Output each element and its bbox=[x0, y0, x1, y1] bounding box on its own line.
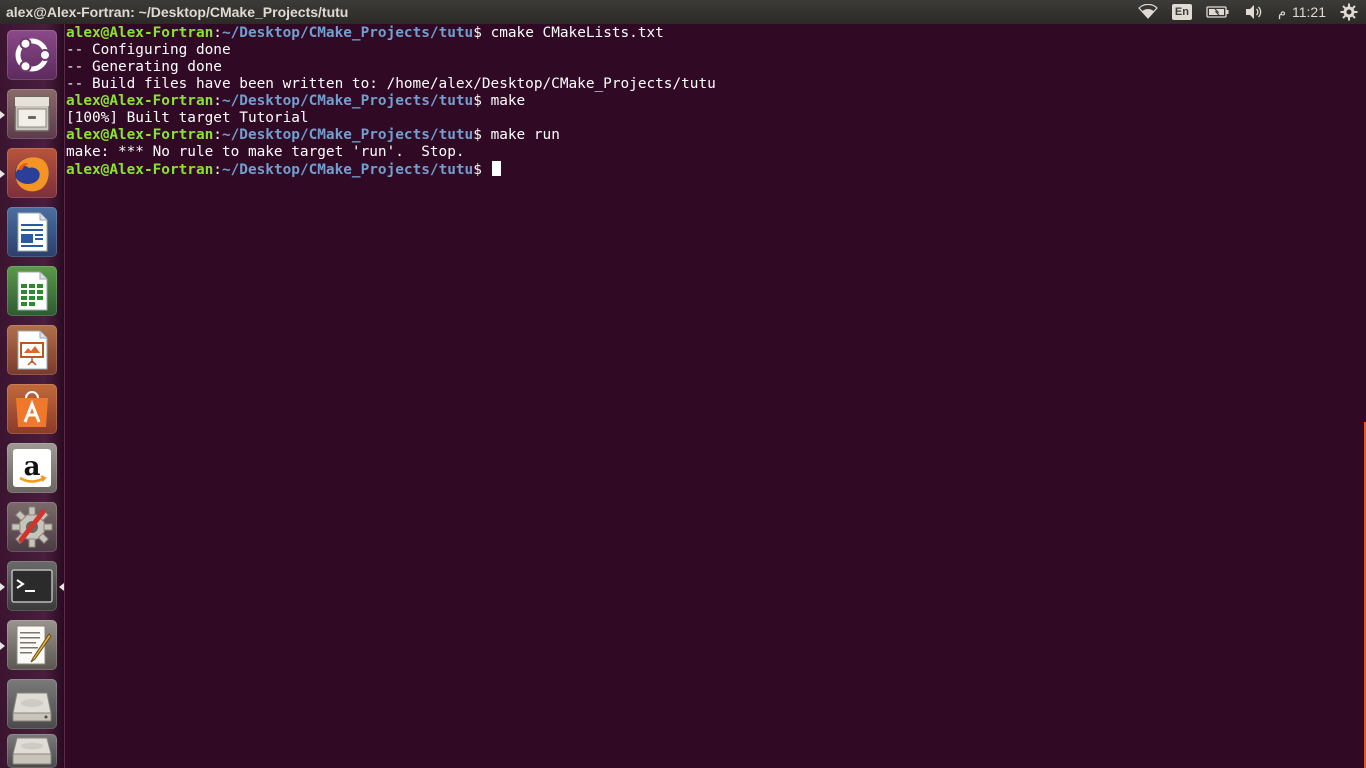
software-bag-icon bbox=[16, 391, 48, 427]
command-text: cmake CMakeLists.txt bbox=[490, 25, 664, 41]
wifi-icon[interactable] bbox=[1138, 0, 1158, 24]
firefox-icon bbox=[15, 157, 49, 192]
prompt-user: alex@Alex-Fortran bbox=[66, 25, 214, 41]
terminal-line: -- Configuring done bbox=[66, 42, 231, 58]
drive-icon bbox=[12, 692, 52, 722]
clock-period: م bbox=[1277, 4, 1286, 19]
launcher-item-terminal[interactable] bbox=[7, 561, 57, 611]
drive-icon bbox=[12, 737, 52, 765]
prompt-path: ~/Desktop/CMake_Projects/tutu bbox=[221, 93, 474, 109]
command-text: make run bbox=[490, 127, 560, 143]
prompt-path: ~/Desktop/CMake_Projects/tutu bbox=[221, 162, 474, 178]
launcher-item-impress[interactable] bbox=[7, 325, 57, 375]
clock-time: 11:21 bbox=[1292, 4, 1326, 20]
terminal-line: make: *** No rule to make target 'run'. … bbox=[66, 144, 465, 160]
prompt-path: ~/Desktop/CMake_Projects/tutu bbox=[221, 127, 474, 143]
volume-icon[interactable] bbox=[1244, 0, 1264, 24]
launcher-item-files[interactable] bbox=[7, 89, 57, 139]
top-panel: alex@Alex-Fortran: ~/Desktop/CMake_Proje… bbox=[0, 0, 1366, 24]
ubuntu-logo-icon bbox=[15, 37, 51, 73]
terminal-line: alex@Alex-Fortran:~/Desktop/CMake_Projec… bbox=[66, 93, 526, 109]
command-text: make bbox=[490, 93, 526, 109]
keyboard-layout-label: En bbox=[1171, 4, 1192, 20]
terminal-line: alex@Alex-Fortran:~/Desktop/CMake_Projec… bbox=[66, 127, 560, 143]
gear-icon[interactable] bbox=[1340, 0, 1358, 24]
impress-icon bbox=[17, 330, 48, 370]
prompt-user: alex@Alex-Fortran bbox=[66, 162, 214, 178]
launcher-item-calc[interactable] bbox=[7, 266, 57, 316]
battery-icon[interactable] bbox=[1206, 0, 1230, 24]
launcher-item-dash[interactable] bbox=[7, 30, 57, 80]
terminal-line: -- Build files have been written to: /ho… bbox=[66, 76, 716, 92]
text-editor-icon bbox=[16, 625, 52, 665]
svg-text:a: a bbox=[24, 452, 41, 482]
prompt-user: alex@Alex-Fortran bbox=[66, 93, 214, 109]
file-cabinet-icon bbox=[14, 96, 50, 132]
launcher-item-drive[interactable] bbox=[7, 679, 57, 729]
terminal-icon bbox=[11, 569, 53, 603]
prompt-path: ~/Desktop/CMake_Projects/tutu bbox=[221, 25, 474, 41]
terminal-line: alex@Alex-Fortran:~/Desktop/CMake_Projec… bbox=[66, 161, 1366, 178]
launcher-item-drive-2[interactable] bbox=[7, 734, 57, 768]
writer-icon bbox=[17, 212, 48, 252]
settings-gear-icon bbox=[11, 506, 53, 548]
launcher-item-software[interactable] bbox=[7, 384, 57, 434]
launcher-item-firefox[interactable] bbox=[7, 148, 57, 198]
launcher: a bbox=[0, 24, 65, 768]
window-title: alex@Alex-Fortran: ~/Desktop/CMake_Proje… bbox=[6, 4, 349, 20]
terminal-line: [100%] Built target Tutorial bbox=[66, 110, 309, 126]
launcher-item-amazon[interactable]: a bbox=[7, 443, 57, 493]
clock[interactable]: م 11:21 bbox=[1278, 0, 1326, 24]
indicator-area: En م 11:21 bbox=[1138, 0, 1366, 24]
keyboard-layout-indicator[interactable]: En bbox=[1171, 0, 1192, 24]
calc-icon bbox=[17, 271, 48, 311]
launcher-item-text-editor[interactable] bbox=[7, 620, 57, 670]
amazon-icon: a bbox=[13, 449, 51, 487]
launcher-item-writer[interactable] bbox=[7, 207, 57, 257]
terminal-line: alex@Alex-Fortran:~/Desktop/CMake_Projec… bbox=[66, 25, 664, 41]
prompt-user: alex@Alex-Fortran bbox=[66, 127, 214, 143]
terminal-output[interactable]: alex@Alex-Fortran:~/Desktop/CMake_Projec… bbox=[66, 24, 1366, 768]
launcher-item-system-settings[interactable] bbox=[7, 502, 57, 552]
terminal-line: -- Generating done bbox=[66, 59, 222, 75]
text-cursor bbox=[491, 161, 501, 176]
